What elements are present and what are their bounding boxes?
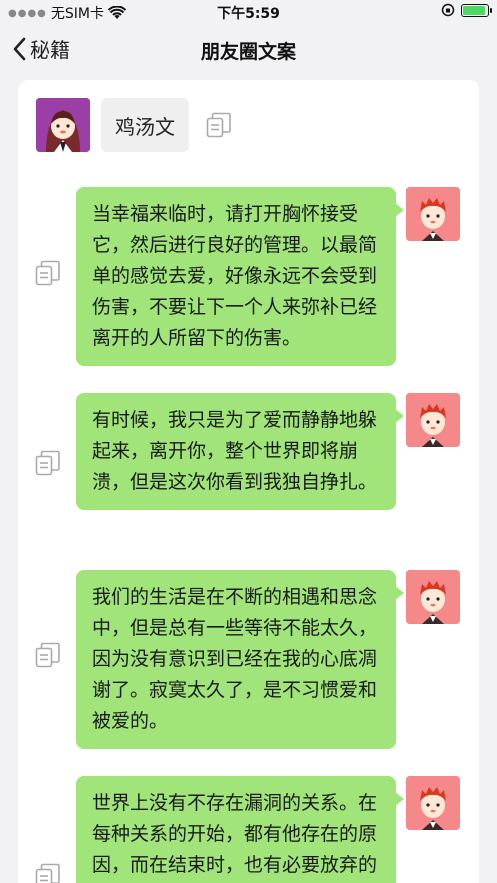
status-time: 下午5:59: [217, 6, 280, 22]
content-card: 鸡汤文 当幸福来临时，请打开胸怀接受它，然后进行良好的管理。以最简单的感觉去爱，…: [18, 80, 479, 883]
boy-avatar-icon: [406, 393, 460, 447]
nav-bar: 秘籍 朋友圈文案: [0, 24, 497, 76]
boy-avatar-icon: [406, 187, 460, 241]
battery-level: [463, 5, 485, 15]
message-bubble[interactable]: 有时候，我只是为了爱而静静地躲起来，离开你，整个世界即将崩溃，但是这次你看到我独…: [76, 393, 404, 510]
battery-icon: [461, 3, 492, 17]
orientation-lock-icon: [441, 3, 455, 17]
message-bubble[interactable]: 我们的生活是在不断的相遇和思念中，但是总有一些等待不能太久，因为没有意识到已经在…: [76, 570, 404, 749]
status-bar: ●●●● 无SIM卡 下午5:59: [0, 0, 497, 24]
avatar: [406, 187, 460, 241]
avatar: [406, 393, 460, 447]
page-title: 朋友圈文案: [200, 41, 296, 63]
copy-icon[interactable]: [206, 112, 232, 138]
avatar: [406, 776, 460, 830]
category-label: 鸡汤文: [115, 114, 175, 139]
copy-icon[interactable]: [35, 642, 61, 668]
category-chip[interactable]: 鸡汤文: [101, 98, 189, 152]
copy-icon[interactable]: [35, 450, 61, 476]
copy-icon[interactable]: [35, 260, 61, 286]
copy-icon[interactable]: [35, 863, 61, 883]
boy-avatar-icon: [406, 776, 460, 830]
avatar: [406, 570, 460, 624]
status-right: [441, 3, 492, 17]
avatar: [36, 98, 90, 152]
message-bubble[interactable]: 当幸福来临时，请打开胸怀接受它，然后进行良好的管理。以最简单的感觉去爱，好像永远…: [76, 187, 404, 366]
girl-avatar-icon: [36, 98, 90, 152]
boy-avatar-icon: [406, 570, 460, 624]
message-bubble[interactable]: 世界上没有不存在漏洞的关系。在每种关系的开始，都有他存在的原因，而在结束时，也有…: [76, 776, 404, 883]
